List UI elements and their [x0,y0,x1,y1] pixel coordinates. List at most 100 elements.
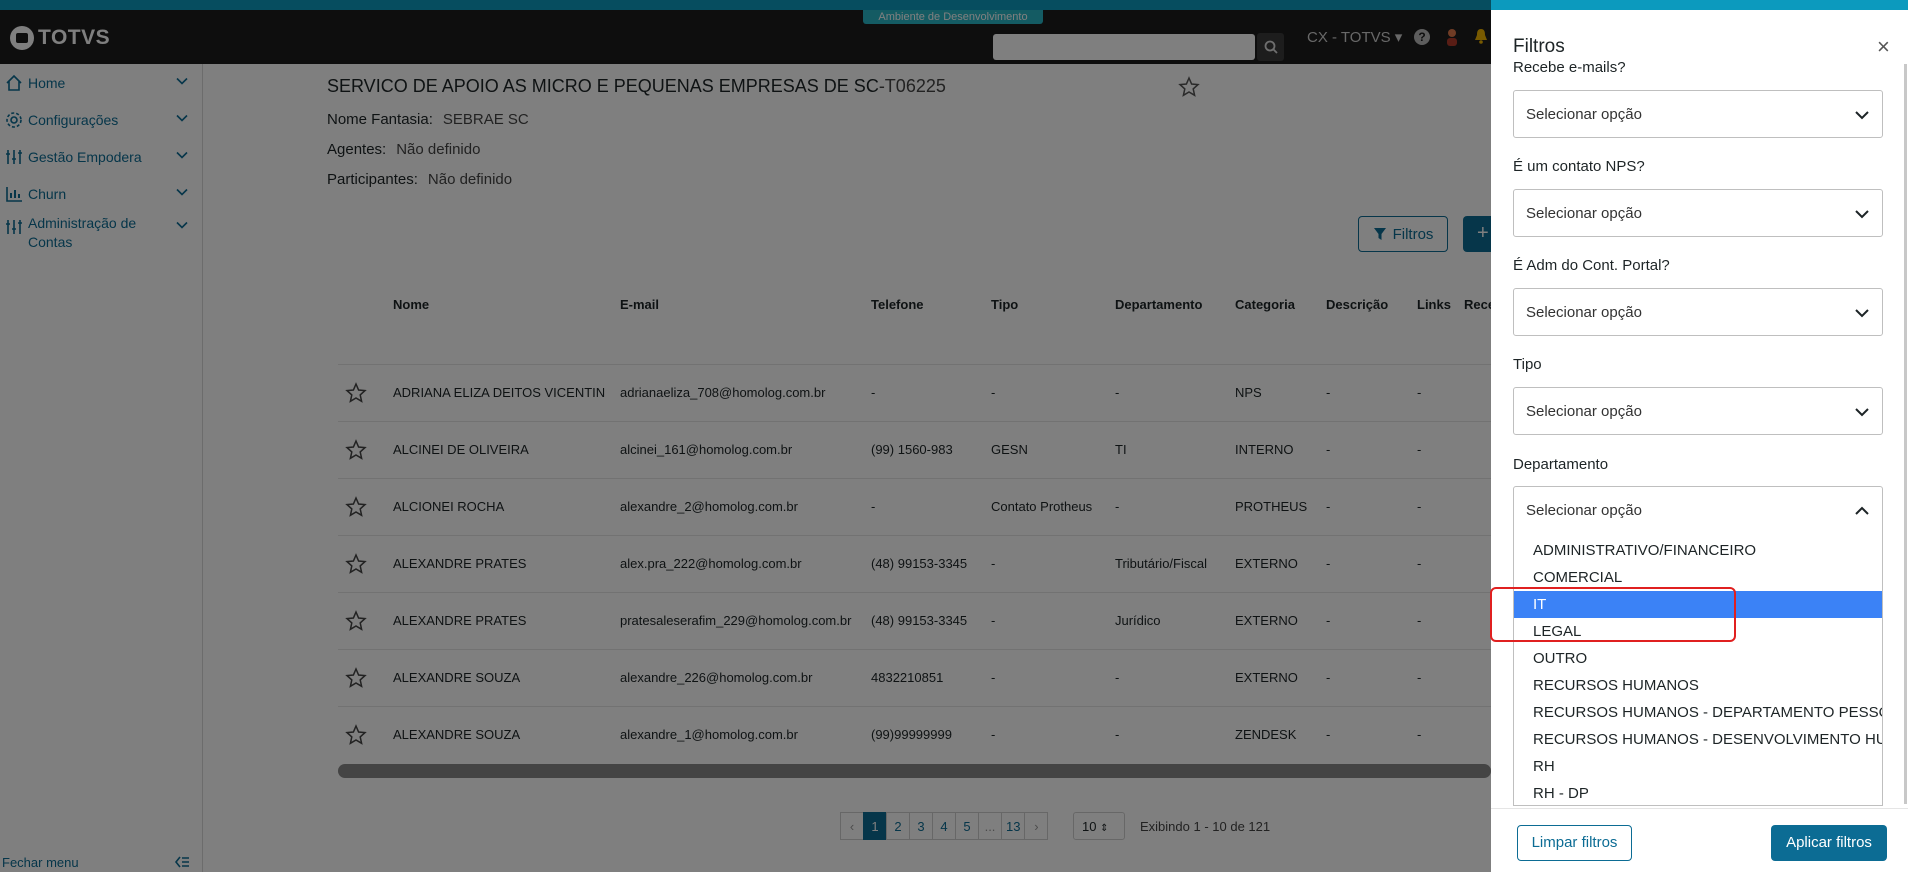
table-row[interactable]: ALEXANDRE SOUZA alexandre_1@homolog.com.b… [338,706,1491,763]
cell-categoria: EXTERNO [1235,613,1298,628]
filter-select-adm-portal[interactable]: Selecionar opção [1513,288,1883,336]
filter-select-tipo[interactable]: Selecionar opção [1513,387,1883,435]
sidebar: Home Configurações Gestão Empodera Churn… [0,64,203,872]
bell-icon[interactable] [1474,28,1488,44]
dropdown-option[interactable]: RECURSOS HUMANOS [1514,672,1882,699]
cell-links: - [1417,385,1422,400]
cell-nome: ADRIANA ELIZA DEITOS VICENTIN [393,385,606,400]
pagination-page[interactable]: 2 [886,812,910,840]
column-header-categoria[interactable]: Categoria [1235,297,1295,312]
filters-button[interactable]: Filtros [1358,216,1448,252]
filter-select-contato-nps[interactable]: Selecionar opção [1513,189,1883,237]
home-icon [6,74,22,91]
table-horizontal-scrollbar[interactable] [338,764,1491,778]
table-row[interactable]: ALCIONEI ROCHA alexandre_2@homolog.com.br… [338,478,1491,535]
sidebar-item-gestao-empodera[interactable]: Gestão Empodera [0,148,203,169]
cell-email: alexandre_1@homolog.com.br [620,727,798,742]
chevron-down-icon [176,188,188,196]
cell-descricao: - [1326,442,1331,457]
sidebar-item-churn[interactable]: Churn [0,185,203,206]
clear-filters-button[interactable]: Limpar filtros [1517,825,1632,861]
pagination-page[interactable]: 4 [932,812,956,840]
sidebar-item-home[interactable]: Home [0,74,203,95]
cell-categoria: NPS [1235,385,1262,400]
table-row[interactable]: ALEXANDRE SOUZA alexandre_226@homolog.com… [338,649,1491,706]
page-size-select[interactable]: 10 ⇕ [1073,812,1125,840]
page-title: SERVICO DE APOIO AS MICRO E PEQUENAS EMP… [327,76,946,97]
pagination-page[interactable]: 13 [1001,812,1026,840]
environment-badge: Ambiente de Desenvolvimento [863,10,1043,24]
filter-panel-title: Filtros [1513,36,1565,57]
filter-panel: Filtros × Recebe e-mails? Selecionar opç… [1491,10,1908,872]
select-value: Selecionar opção [1526,106,1642,123]
column-header-email[interactable]: E-mail [620,297,659,312]
chevron-up-icon [1855,506,1869,515]
favorite-star-icon[interactable] [345,667,367,689]
user-avatar-icon[interactable] [1445,28,1459,46]
sliders-icon [6,220,22,234]
apply-filters-button[interactable]: Aplicar filtros [1771,825,1887,861]
search-button[interactable] [1257,33,1284,61]
pagination-next-button[interactable]: › [1024,812,1049,840]
cell-nome: ALEXANDRE SOUZA [393,670,521,685]
favorite-star-icon[interactable] [345,553,367,575]
table-row[interactable]: ADRIANA ELIZA DEITOS VICENTIN adrianaeliz… [338,364,1491,421]
search-input[interactable] [993,34,1255,60]
close-icon[interactable]: × [1877,34,1890,60]
cell-telefone: 4832210851 [871,670,944,685]
filter-panel-scrollbar[interactable] [1904,64,1907,804]
pagination-prev-button[interactable]: ‹ [840,812,864,840]
cell-email: alcinei_161@homolog.com.br [620,442,793,457]
cell-descricao: - [1326,556,1331,571]
sidebar-item-configuracoes[interactable]: Configurações [0,111,203,132]
column-header-telefone[interactable]: Telefone [871,297,924,312]
cell-descricao: - [1326,385,1331,400]
column-header-nome[interactable]: Nome [393,297,429,312]
cell-email: alexandre_2@homolog.com.br [620,499,798,514]
filter-select-departamento[interactable]: Selecionar opção [1513,486,1883,534]
sidebar-item-label: Administração de Contas [28,215,137,250]
dropdown-option[interactable]: RH - DP [1514,780,1882,805]
dropdown-option[interactable]: OUTRO [1514,645,1882,672]
pagination-ellipsis: ... [978,812,1002,840]
pagination-page[interactable]: 3 [909,812,933,840]
agentes-label: Agentes: [327,141,387,158]
dropdown-option[interactable]: RECURSOS HUMANOS - DESENVOLVIMENTO HUMAN… [1514,726,1882,753]
favorite-star-icon[interactable] [345,382,367,404]
cell-departamento: - [1115,670,1120,685]
column-header-tipo[interactable]: Tipo [991,297,1018,312]
dropdown-option[interactable]: RH [1514,753,1882,780]
cell-telefone: - [871,385,876,400]
dropdown-option[interactable]: ADMINISTRATIVO/FINANCEIRO [1514,537,1882,564]
sidebar-item-label: Configurações [28,112,119,128]
pagination-page[interactable]: 5 [955,812,979,840]
pagination-page[interactable]: 1 [863,812,887,840]
sidebar-item-administracao-de-contas[interactable]: Administração de Contas [0,214,203,252]
favorite-star-icon[interactable] [345,496,367,518]
table-row[interactable]: ALEXANDRE PRATES alex.pra_222@homolog.com… [338,535,1491,592]
nome-fantasia-row: Nome Fantasia: SEBRAE SC [327,111,529,128]
cell-departamento: - [1115,727,1120,742]
table-row[interactable]: ALEXANDRE PRATES pratesaleserafim_229@hom… [338,592,1491,649]
filter-select-recebe-emails[interactable]: Selecionar opção [1513,90,1883,138]
collapse-menu-icon[interactable] [174,855,190,869]
favorite-star-icon[interactable] [345,724,367,746]
dropdown-option[interactable]: RECURSOS HUMANOS - DEPARTAMENTO PESSOAL [1514,699,1882,726]
favorite-star-icon[interactable] [345,439,367,461]
close-menu-link[interactable]: Fechar menu [2,855,79,870]
favorite-star-icon[interactable] [1178,76,1200,98]
cell-tipo: - [991,727,996,742]
user-menu[interactable]: CX - TOTVS ▾ [1307,28,1402,46]
cell-telefone: (48) 99153-3345 [871,556,968,571]
column-header-links[interactable]: Links [1417,297,1451,312]
column-header-departamento[interactable]: Departamento [1115,297,1202,312]
help-icon[interactable]: ? [1414,29,1430,45]
cell-departamento: - [1115,385,1120,400]
totvs-logo[interactable]: TOTVS [10,26,110,50]
column-header-descricao[interactable]: Descrição [1326,297,1388,312]
favorite-star-icon[interactable] [345,610,367,632]
cell-categoria: EXTERNO [1235,556,1298,571]
table-row[interactable]: ALCINEI DE OLIVEIRA alcinei_161@homolog.c… [338,421,1491,478]
select-value: Selecionar opção [1526,205,1642,222]
chevron-down-icon [176,77,188,85]
